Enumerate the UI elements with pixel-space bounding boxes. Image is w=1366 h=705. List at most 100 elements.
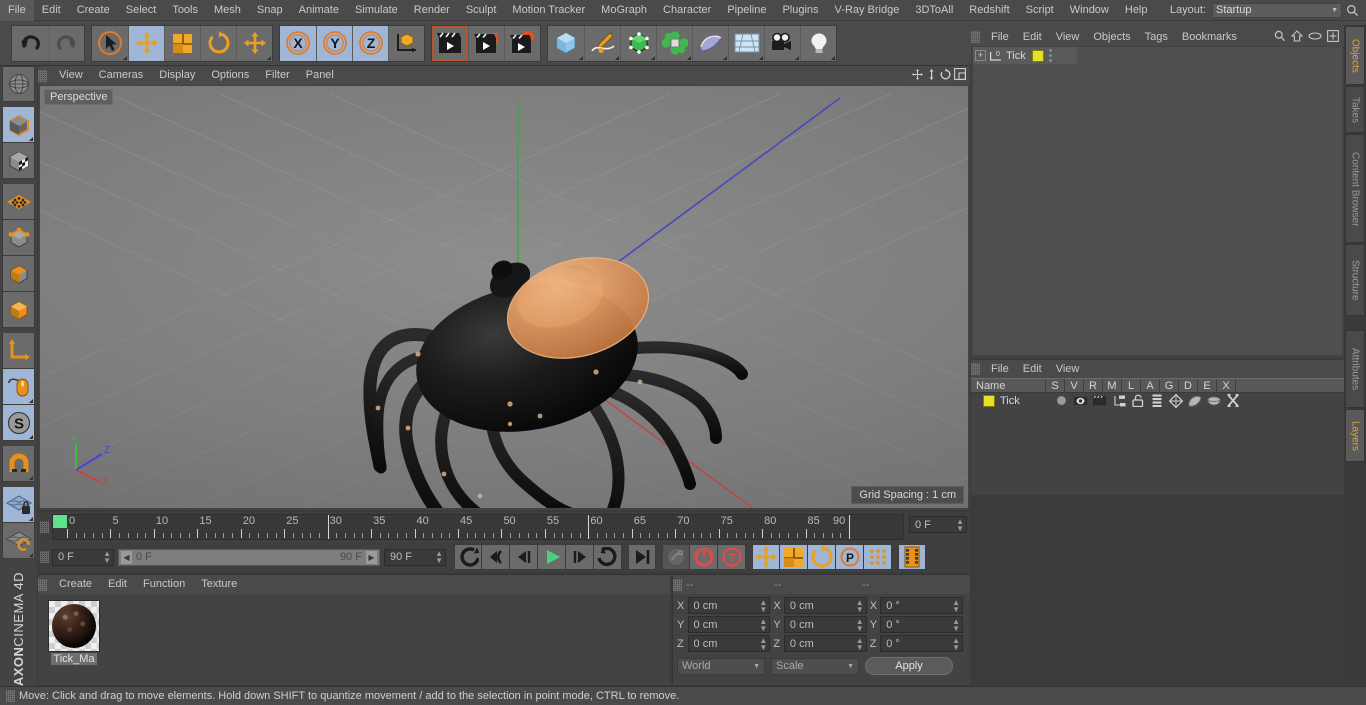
spinner-icon[interactable]: ▲ ▼ (952, 617, 960, 632)
coordinate-system-select[interactable]: World ▼ (677, 657, 765, 675)
render-to-picture-viewer[interactable] (468, 25, 504, 61)
viewport-menu-panel[interactable]: Panel (298, 66, 342, 85)
add-floor-object[interactable] (728, 25, 764, 61)
viewport-solo-mode[interactable] (2, 369, 35, 405)
panel-grip[interactable] (38, 69, 47, 82)
menu-select[interactable]: Select (118, 0, 165, 21)
panel-grip[interactable] (673, 578, 682, 591)
redo-button[interactable] (48, 25, 84, 61)
coord-size-y-field[interactable]: 0 cm ▲ ▼ (783, 616, 867, 633)
spinner-icon[interactable]: ▲ ▼ (856, 636, 864, 651)
layer-column-name[interactable]: Name (971, 379, 1046, 392)
rotate-icon[interactable] (939, 67, 952, 84)
panel-grip[interactable] (40, 521, 49, 533)
menu-simulate[interactable]: Simulate (347, 0, 406, 21)
timeline-ruler[interactable]: 0 5 10 15 20 25 30 35 40 45 50 55 60 65 70 75 80 85 90 (52, 514, 904, 540)
coord-rotation-x-field[interactable]: 0 ° ▲ ▼ (880, 597, 964, 614)
coord-position-x-field[interactable]: 0 cm ▲ ▼ (687, 597, 771, 614)
coord-position-y-field[interactable]: 0 cm ▲ ▼ (687, 616, 771, 633)
vtab-objects[interactable]: Objects (1345, 26, 1365, 86)
panel-grip[interactable] (40, 551, 49, 563)
layer-animation-bars-icon[interactable] (1147, 394, 1166, 407)
keyframe-selection-button[interactable]: ? (718, 544, 746, 570)
menu-sculpt[interactable]: Sculpt (458, 0, 505, 21)
viewport-menu-display[interactable]: Display (151, 66, 203, 85)
layer-column-e[interactable]: E (1198, 379, 1217, 392)
free-move-tool[interactable] (236, 25, 272, 61)
play-backwards-loop-button[interactable] (482, 544, 510, 570)
apply-button[interactable]: Apply (865, 657, 953, 675)
layer-column-g[interactable]: G (1160, 379, 1179, 392)
preview-range-slider[interactable]: ◀ 0 F 90 F ▶ (118, 548, 380, 566)
parameter-key-button[interactable]: P (836, 544, 864, 570)
add-camera-object[interactable] (764, 25, 800, 61)
spinner-icon[interactable]: ▲ ▼ (856, 598, 864, 613)
pan-icon[interactable] (911, 68, 924, 84)
spinner-icon[interactable]: ▲ ▼ (952, 636, 960, 651)
material-menu-function[interactable]: Function (135, 575, 193, 594)
vtab-takes[interactable]: Takes (1345, 86, 1365, 134)
play-forward-loop-button[interactable] (594, 544, 622, 570)
coord-rotation-y-field[interactable]: 0 ° ▲ ▼ (880, 616, 964, 633)
layer-generators-icon[interactable] (1166, 393, 1185, 408)
axis-modify-mode[interactable] (2, 333, 35, 369)
range-end-handle[interactable]: ▶ (366, 550, 377, 564)
zoom-icon[interactable] (926, 68, 937, 84)
workplane-rotate[interactable] (2, 523, 35, 559)
layer-column-v[interactable]: V (1065, 379, 1084, 392)
go-to-start-button[interactable] (454, 544, 482, 570)
edges-mode[interactable] (2, 220, 35, 256)
layer-menu-edit[interactable]: Edit (1016, 360, 1049, 378)
layer-solo-dot-icon[interactable] (1052, 394, 1071, 407)
step-forward-button[interactable] (566, 544, 594, 570)
menu-character[interactable]: Character (655, 0, 719, 21)
point-level-animation-button[interactable] (864, 544, 892, 570)
add-generator-object[interactable] (620, 25, 656, 61)
expand-toggle-icon[interactable]: + (975, 50, 986, 61)
menu-file[interactable]: File (0, 0, 34, 21)
menu-redshift[interactable]: Redshift (961, 0, 1017, 21)
material-list[interactable]: Tick_Ma (38, 594, 670, 665)
panel-grip[interactable] (6, 690, 15, 702)
timeline-playhead[interactable] (53, 515, 67, 528)
vtab-layers[interactable]: Layers (1345, 409, 1365, 463)
material-menu-create[interactable]: Create (51, 575, 100, 594)
layer-lock-open-icon[interactable] (1128, 394, 1147, 407)
spinner-icon[interactable]: ▲ ▼ (759, 617, 767, 632)
panel-grip[interactable] (971, 363, 980, 375)
snap-settings[interactable]: S (2, 405, 35, 441)
vtab-attributes[interactable]: Attributes (1345, 330, 1365, 409)
workplane-lock[interactable] (2, 487, 35, 523)
object-menu-file[interactable]: File (984, 28, 1016, 46)
play-forward-button[interactable] (538, 544, 566, 570)
current-frame-field[interactable]: 0 F ▲ ▼ (52, 548, 114, 566)
ellipse-icon[interactable] (1308, 31, 1322, 44)
spinner-icon[interactable]: ▲ ▼ (856, 617, 864, 632)
viewport-menu-view[interactable]: View (51, 66, 91, 85)
transform-mode-select[interactable]: Scale ▼ (771, 657, 859, 675)
menu-edit[interactable]: Edit (34, 0, 69, 21)
render-view-button[interactable] (432, 25, 468, 61)
object-menu-tags[interactable]: Tags (1138, 28, 1175, 46)
layer-column-x[interactable]: X (1217, 379, 1236, 392)
search-icon[interactable] (1274, 30, 1286, 45)
layer-column-a[interactable]: A (1141, 379, 1160, 392)
search-icon[interactable] (1342, 0, 1362, 21)
object-row[interactable]: +0 Tick (973, 47, 1077, 64)
plus-box-icon[interactable] (1327, 29, 1339, 45)
layer-render-clapper-icon[interactable] (1090, 395, 1109, 407)
enable-snap[interactable] (2, 446, 35, 482)
texture-mode[interactable] (2, 143, 35, 179)
menu-help[interactable]: Help (1117, 0, 1156, 21)
material-menu-edit[interactable]: Edit (100, 575, 135, 594)
move-tool[interactable] (128, 25, 164, 61)
object-menu-objects[interactable]: Objects (1086, 28, 1137, 46)
coord-rotation-z-field[interactable]: 0 ° ▲ ▼ (880, 635, 964, 652)
object-menu-view[interactable]: View (1049, 28, 1087, 46)
layer-column-m[interactable]: M (1103, 379, 1122, 392)
layout-select[interactable]: Startup ▼ (1212, 2, 1342, 18)
polygons-mode[interactable] (2, 256, 35, 292)
scale-key-button[interactable] (780, 544, 808, 570)
menu-3dtoall[interactable]: 3DToAll (907, 0, 961, 21)
position-key-button[interactable] (752, 544, 780, 570)
